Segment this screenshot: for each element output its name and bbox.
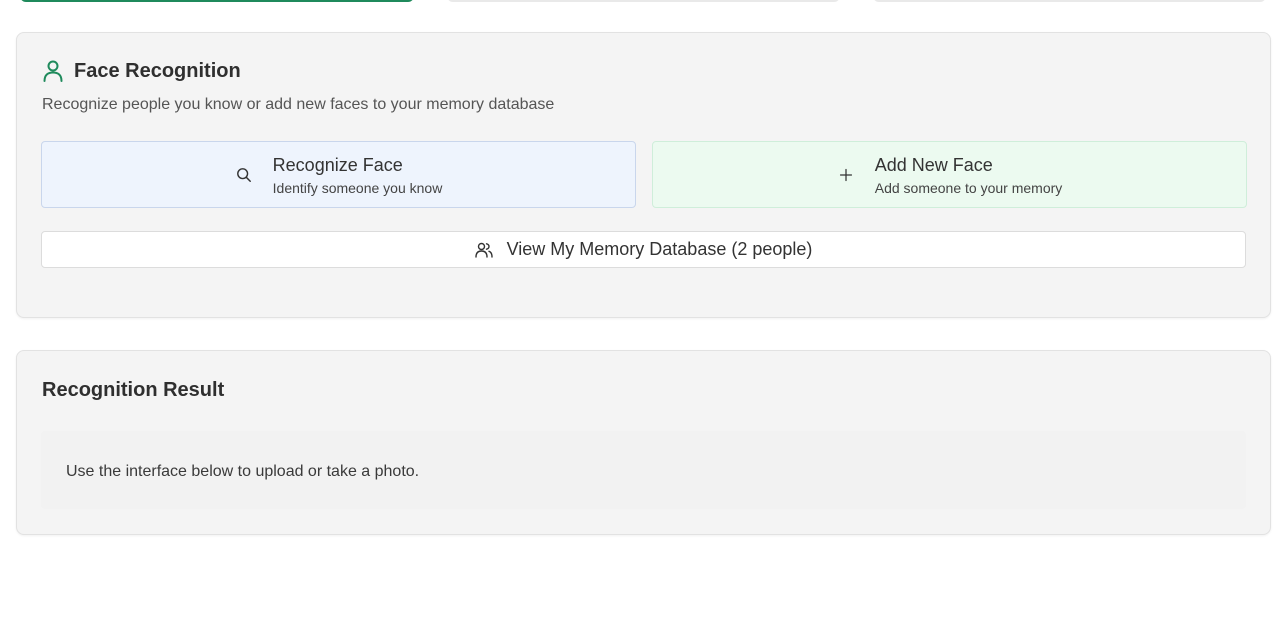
- plus-icon: [837, 166, 855, 184]
- tab-indicator[interactable]: [873, 0, 1266, 2]
- add-new-face-description: Add someone to your memory: [874, 179, 1063, 196]
- add-new-face-button[interactable]: Add New Face Add someone to your memory: [652, 141, 1247, 208]
- recognition-result-message: Use the interface below to upload or tak…: [66, 463, 420, 480]
- view-memory-database-label: View My Memory Database (2 people): [506, 239, 813, 259]
- tab-strip: [0, 0, 1280, 4]
- user-icon: [43, 60, 63, 82]
- page-subtitle: Recognize people you know or add new fac…: [42, 96, 555, 113]
- add-new-face-label: Add New Face: [874, 154, 993, 175]
- face-recognition-header: Face Recognition: [42, 59, 241, 83]
- recognize-face-description: Identify someone you know: [272, 179, 443, 196]
- tab-indicator[interactable]: [447, 0, 840, 2]
- recognition-result-card: Recognition Result Use the interface bel…: [16, 350, 1271, 535]
- recognition-result-panel: Use the interface below to upload or tak…: [41, 431, 1246, 509]
- view-memory-database-button[interactable]: View My Memory Database (2 people): [41, 231, 1246, 268]
- search-icon: [235, 166, 253, 184]
- tab-active-indicator[interactable]: [20, 0, 414, 2]
- face-recognition-card: Face Recognition Recognize people you kn…: [16, 32, 1271, 318]
- recognize-face-button[interactable]: Recognize Face Identify someone you know: [41, 141, 636, 208]
- recognize-face-label: Recognize Face: [272, 154, 403, 175]
- page-title: Face Recognition: [74, 59, 241, 82]
- recognition-result-title: Recognition Result: [42, 379, 225, 401]
- users-icon: [474, 242, 493, 258]
